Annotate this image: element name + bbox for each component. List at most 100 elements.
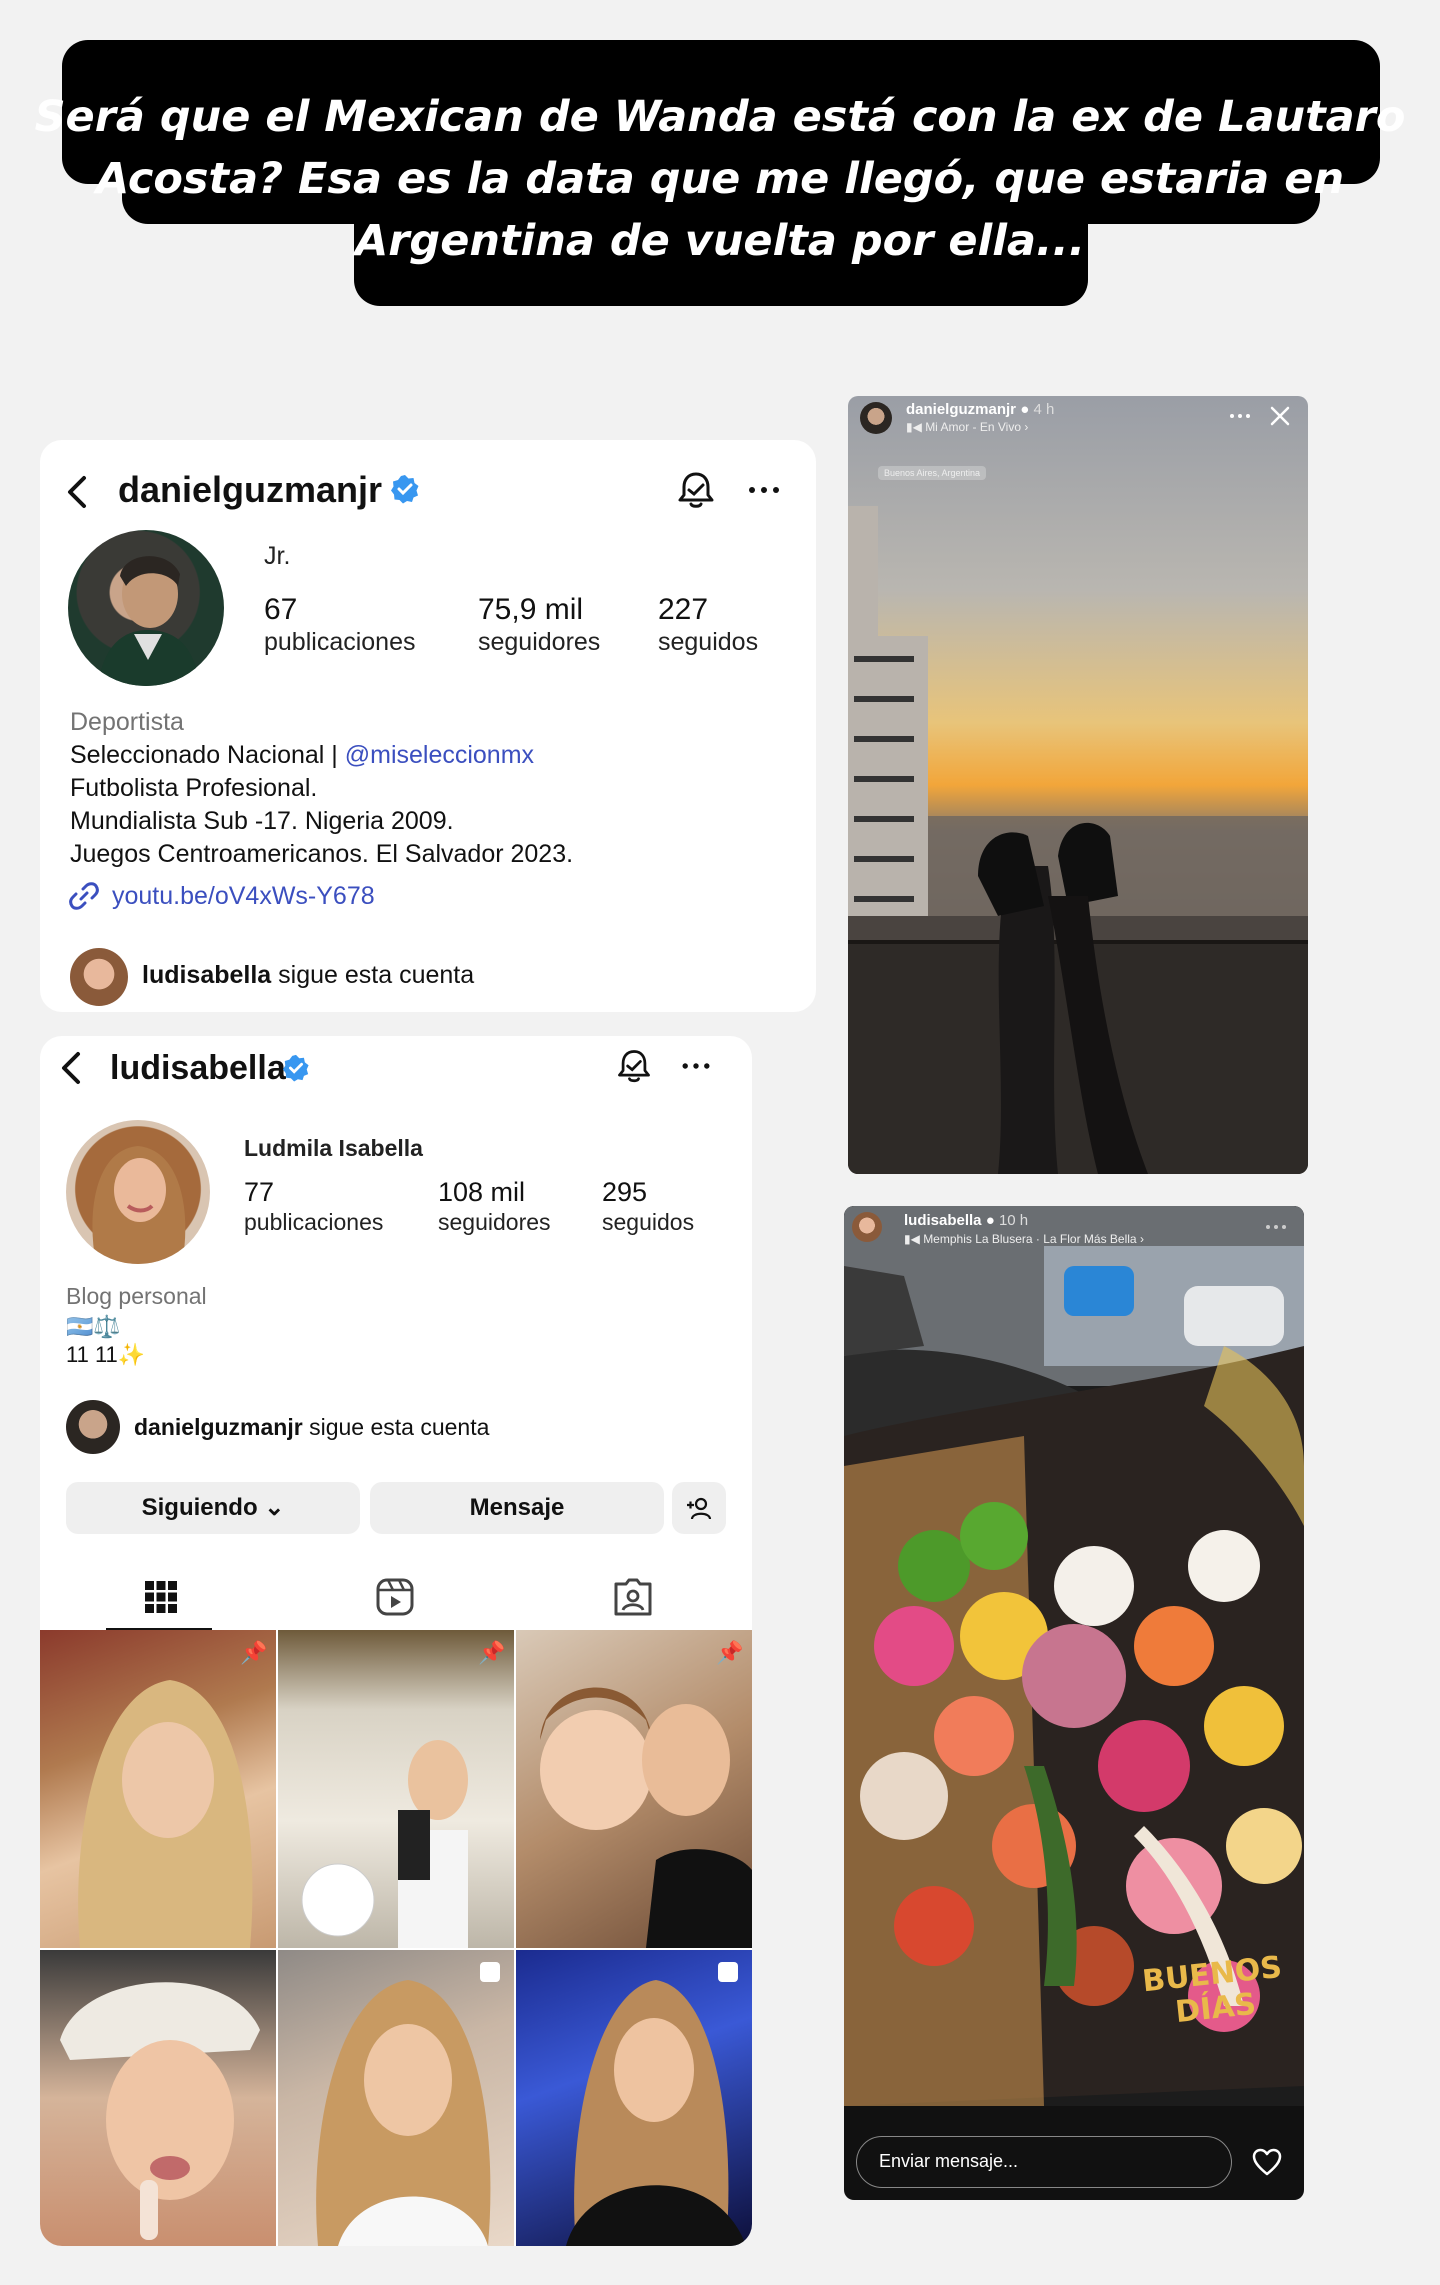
story-music-row[interactable]: ▮◀ Memphis La Blusera · La Flor Más Bell…: [904, 1232, 1144, 1247]
profile-photo: [98, 556, 200, 686]
post-photo: [60, 1982, 260, 2240]
story-time: 10 h: [998, 1212, 1029, 1229]
story-user-row[interactable]: danielguzmanjr ● 4 h: [906, 401, 1054, 419]
music-icon: ▮◀: [906, 420, 922, 434]
add-user-icon: [687, 1497, 712, 1520]
story-reply-input[interactable]: Enviar mensaje...: [856, 2136, 1232, 2188]
post-photo: 📌: [78, 1639, 267, 1948]
story-avatar[interactable]: [852, 1212, 882, 1242]
verified-badge-icon: ●: [1020, 401, 1030, 418]
avatar[interactable]: [68, 530, 224, 686]
heart-icon[interactable]: [1252, 2148, 1282, 2176]
stat-followers-count[interactable]: 108 mil: [438, 1174, 525, 1210]
message-button[interactable]: Mensaje: [370, 1482, 664, 1534]
followed-by-row[interactable]: danielguzmanjr sigue esta cuenta: [134, 1410, 489, 1444]
post-thumbnail[interactable]: 📌: [516, 1630, 752, 1948]
svg-text:📌: 📌: [240, 1639, 267, 1666]
followed-by-text: sigue esta cuenta: [271, 961, 475, 989]
location-sticker[interactable]: Buenos Aires, Argentina: [878, 466, 987, 480]
more-options-icon[interactable]: [1228, 408, 1252, 424]
story-avatar[interactable]: [860, 402, 892, 434]
notification-bell-icon[interactable]: [614, 1046, 654, 1086]
svg-text:📌: 📌: [716, 1639, 743, 1666]
post-thumbnail[interactable]: 📌: [278, 1630, 514, 1948]
post-photo: 📌: [540, 1639, 752, 1948]
post-thumbnail[interactable]: 📌: [40, 1630, 276, 1948]
stat-posts-count: 67: [264, 593, 298, 626]
bio-line-2: Futbolista Profesional.: [70, 774, 318, 802]
story-danielguzmanjr[interactable]: danielguzmanjr ● 4 h ▮◀ Mi Amor - En Viv…: [848, 396, 1308, 1174]
caption-line-3: Argentina de vuelta por ella...: [354, 216, 1086, 266]
story-user-row[interactable]: ludisabella ● 10 h: [904, 1212, 1028, 1230]
followed-by-text: sigue esta cuenta: [302, 1414, 490, 1440]
post-thumbnail[interactable]: [40, 1950, 276, 2246]
story-photo-sunset: [848, 396, 1308, 1174]
notification-bell-icon[interactable]: [674, 468, 718, 512]
bio-mention-link[interactable]: @miseleccionmx: [345, 741, 534, 769]
follower-avatar[interactable]: [66, 1400, 120, 1454]
bio-line-4: Juegos Centroamericanos. El Salvador 202…: [70, 840, 574, 868]
stat-following-label[interactable]: seguidos: [602, 1206, 694, 1238]
post-thumbnail[interactable]: [278, 1950, 514, 2246]
profile-card-ludisabella: ludisabella Ludmila Isabella 77 publicac…: [40, 1036, 752, 2246]
post-photo: 📌: [301, 1639, 505, 1948]
stat-followers-label[interactable]: seguidores: [438, 1206, 551, 1238]
verified-badge-icon: ●: [985, 1212, 995, 1229]
caption-text: Será que el Mexican de Wanda está con la…: [0, 86, 1440, 272]
more-options-icon[interactable]: [744, 470, 784, 510]
profile-external-link[interactable]: youtu.be/oV4xWs-Y678: [112, 880, 375, 913]
close-icon[interactable]: [1268, 404, 1292, 428]
following-button-label: Siguiendo: [141, 1494, 258, 1521]
followed-by-username[interactable]: danielguzmanjr: [134, 1414, 303, 1440]
profile-header: ludisabella: [40, 1036, 752, 1124]
profile-tabs: [40, 1562, 752, 1632]
grid-tab-icon[interactable]: [140, 1576, 182, 1618]
profile-card-danielguzmanjr: danielguzmanjr Jr. 67 publicaciones 75,9…: [40, 440, 816, 1012]
story-ludisabella[interactable]: BUENOS DÍAS ludisabella ● 10 h ▮◀ Memphi…: [844, 1206, 1304, 2200]
chevron-down-icon: ⌄: [264, 1494, 285, 1521]
bio-line-3: Mundialista Sub -17. Nigeria 2009.: [70, 807, 454, 835]
profile-display-name: Jr.: [264, 542, 291, 570]
back-arrow-icon[interactable]: [58, 472, 98, 512]
followed-by-row[interactable]: ludisabella sigue esta cuenta: [142, 958, 474, 992]
stat-posts-label: publicaciones: [244, 1209, 384, 1235]
story-music: Mi Amor - En Vivo: [925, 420, 1021, 434]
follower-avatar[interactable]: [70, 948, 128, 1006]
add-user-button[interactable]: [672, 1482, 726, 1534]
story-text-sticker: BUENOS DÍAS: [1141, 1950, 1287, 2033]
link-icon: [69, 882, 99, 910]
following-button[interactable]: Siguiendo ⌄: [66, 1482, 360, 1534]
story-username[interactable]: danielguzmanjr: [906, 401, 1016, 418]
more-options-icon[interactable]: [678, 1048, 714, 1084]
profile-username: ludisabella: [110, 1049, 286, 1087]
verified-badge-icon: [391, 475, 419, 504]
stat-posts-count: 77: [244, 1177, 275, 1207]
caption-line-1: Será que el Mexican de Wanda está con la…: [34, 92, 1406, 142]
profile-display-name: Ludmila Isabella: [244, 1135, 423, 1161]
reels-tab-icon[interactable]: [374, 1576, 416, 1618]
svg-text:📌: 📌: [478, 1639, 505, 1666]
stat-posts-label: publicaciones: [264, 628, 416, 656]
caption-line-2: Acosta? Esa es la data que me llegó, que…: [95, 154, 1345, 204]
story-music: Memphis La Blusera · La Flor Más Bella: [923, 1232, 1137, 1246]
more-options-icon[interactable]: [1264, 1222, 1288, 1232]
post-thumbnail[interactable]: [516, 1950, 752, 2246]
stat-following-count[interactable]: 295: [602, 1174, 647, 1210]
story-music-row[interactable]: ▮◀ Mi Amor - En Vivo ›: [906, 420, 1028, 435]
stat-followers-label[interactable]: seguidores: [478, 626, 600, 658]
profile-header: danielguzmanjr: [40, 440, 816, 528]
stat-following-count[interactable]: 227: [658, 592, 708, 628]
avatar[interactable]: [66, 1120, 210, 1264]
story-username[interactable]: ludisabella: [904, 1212, 982, 1229]
bio-line-1: Seleccionado Nacional | @miseleccionmx: [70, 739, 534, 772]
followed-by-username[interactable]: ludisabella: [142, 961, 271, 989]
profile-category: Blog personal: [66, 1283, 207, 1309]
profile-username: danielguzmanjr: [118, 469, 383, 510]
bio-line-1-text: Seleccionado Nacional |: [70, 741, 345, 769]
back-arrow-icon[interactable]: [52, 1048, 92, 1088]
stat-followers-count[interactable]: 75,9 mil: [478, 592, 583, 628]
stat-following-label[interactable]: seguidos: [658, 626, 758, 658]
story-time: 4 h: [1033, 401, 1055, 418]
tagged-tab-icon[interactable]: [612, 1576, 654, 1618]
profile-photo: [92, 1146, 186, 1264]
